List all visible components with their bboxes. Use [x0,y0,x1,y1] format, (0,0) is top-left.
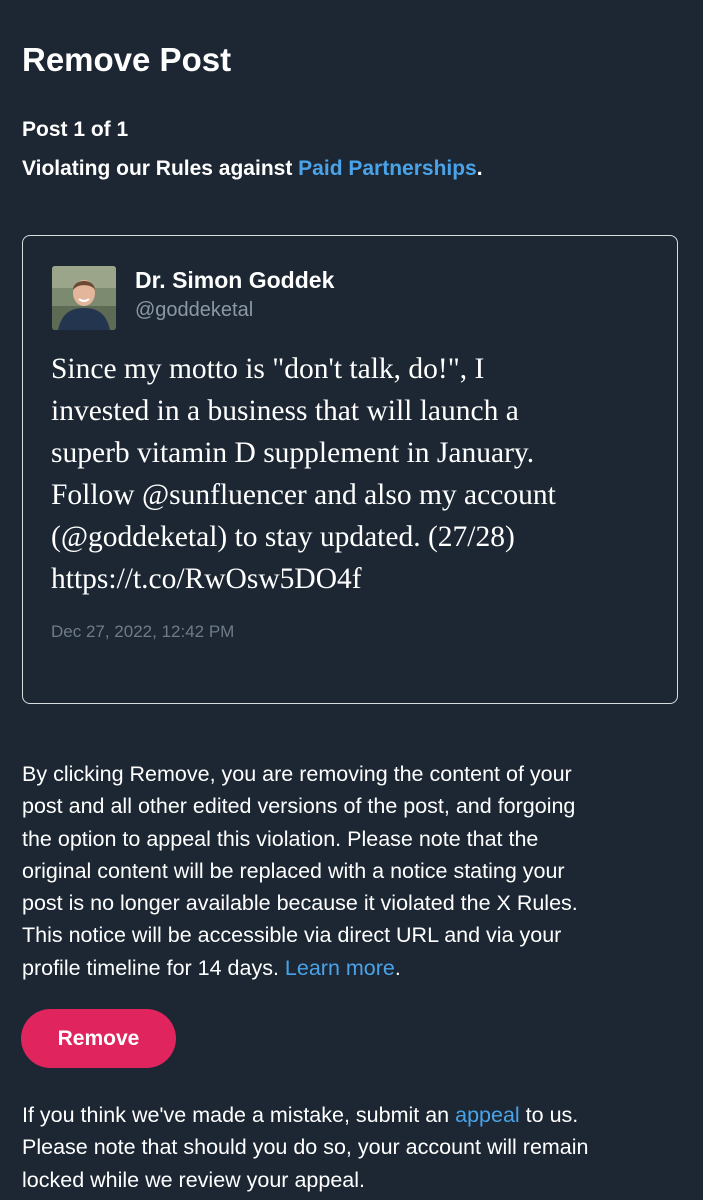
appeal-link[interactable]: appeal [455,1103,520,1127]
author-display-name[interactable]: Dr. Simon Goddek [135,265,334,295]
appeal-line-suffix: to us. [519,1103,579,1127]
learn-more-link[interactable]: Learn more [285,956,395,980]
post-body-line: Follow @sunfluencer and also my account [51,479,556,511]
violation-description: Violating our Rules against Paid Partner… [22,155,483,183]
notice-line: original content will be replaced with a… [22,858,565,883]
appeal-line: Please note that should you do so, your … [22,1135,589,1160]
violation-suffix: . [476,157,483,180]
paid-partnerships-link[interactable]: Paid Partnerships [298,157,477,180]
notice-line: By clicking Remove, you are removing the… [22,762,572,786]
post-body-line: (@goddeketal) to stay updated. (27/28) [51,521,515,553]
avatar [52,266,116,330]
notice-line: the option to appeal this violation. Ple… [22,826,539,851]
post-timestamp: Dec 27, 2022, 12:42 PM [51,622,235,641]
appeal-text: If you think we've made a mistake, submi… [22,1099,682,1196]
post-body-line: invested in a business that will launch … [51,395,519,427]
appeal-line: locked while we review your appeal. [22,1167,365,1192]
author-handle[interactable]: @goddeketal [135,297,253,323]
notice-last-line-prefix: profile timeline for 14 days. [22,955,285,980]
violation-prefix: Violating our Rules against [22,157,299,180]
post-body-line: https://t.co/RwOsw5DO4f [51,563,362,595]
notice-last-line-suffix: . [394,955,401,980]
post-body: Since my motto is "don't talk, do!", I i… [51,348,661,600]
appeal-line: If you think we've made a mistake, submi… [22,1099,682,1131]
page-title: Remove Post [22,41,232,78]
post-body-line: superb vitamin D supplement in January. [51,437,535,469]
post-body-line: Since my motto is "don't talk, do!", I [51,353,485,385]
remove-button[interactable]: Remove [21,1009,176,1068]
notice-last-line: profile timeline for 14 days. Learn more… [22,952,682,984]
appeal-line-prefix: If you think we've made a mistake, submi… [22,1103,456,1127]
avatar-image [52,266,116,330]
notice-line: post is no longer available because it v… [22,891,578,916]
post-count: Post 1 of 1 [22,118,129,141]
notice-line: This notice will be accessible via direc… [22,923,562,948]
removal-notice: By clicking Remove, you are removing the… [22,758,682,984]
notice-line: post and all other edited versions of th… [22,794,576,819]
post-card: Dr. Simon Goddek @goddeketal Since my mo… [22,235,678,704]
